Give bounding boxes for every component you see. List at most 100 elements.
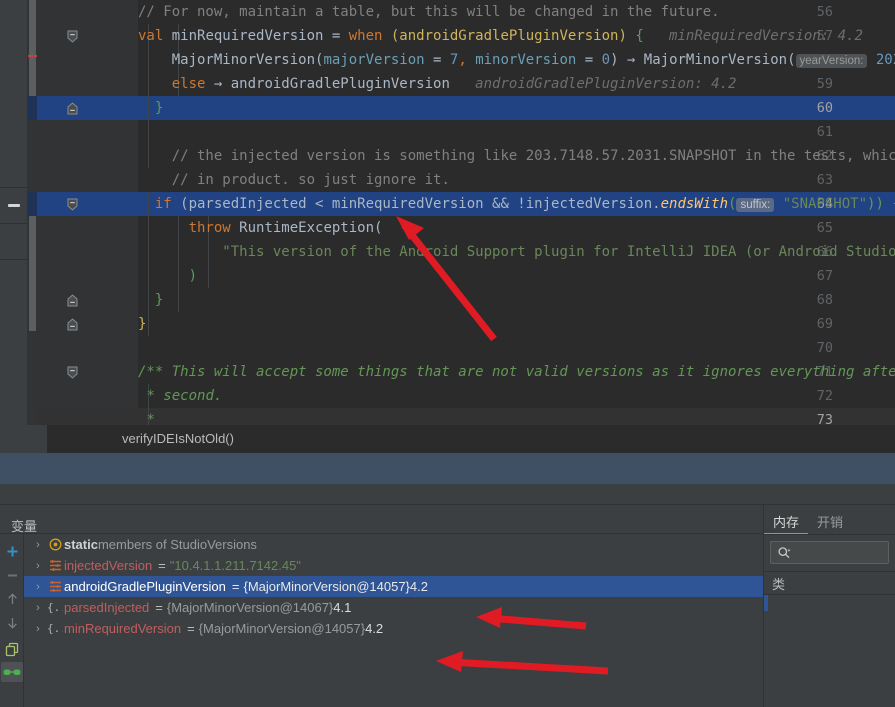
- field-icon: [46, 559, 64, 572]
- variable-row[interactable]: › static members of StudioVersions: [24, 534, 763, 555]
- variable-name: minRequiredVersion: [64, 621, 182, 636]
- code-kw-if: if: [154, 196, 172, 212]
- code-param-majorversion: majorVersion: [323, 52, 425, 68]
- move-up-button[interactable]: [3, 588, 22, 610]
- expand-chevron-icon[interactable]: ›: [30, 539, 46, 551]
- variable-equals: =: [231, 579, 240, 594]
- code-line-66-str: "This version of the Android Support plu…: [222, 244, 895, 260]
- code-line-57-brace: {: [626, 28, 644, 44]
- code-comma: ,: [458, 52, 476, 68]
- code-kw-when: when: [348, 28, 383, 44]
- code-str-snapshot: "SNAPSHOT": [782, 196, 868, 212]
- debug-variables-panel: 变量 › static members of StudioVersions › …: [0, 505, 895, 707]
- fold-collapse-end-icon[interactable]: [66, 96, 79, 120]
- fold-collapse-end-icon[interactable]: [66, 312, 79, 336]
- code-line-64-cond: (parsedInjected < minRequiredVersion && …: [171, 196, 661, 212]
- expand-chevron-icon[interactable]: ›: [30, 623, 46, 635]
- remove-watch-button[interactable]: [3, 564, 22, 586]
- inline-hint-minrequiredversion: minRequiredVersion: 4.2: [669, 28, 863, 44]
- variables-toolbar[interactable]: [0, 534, 24, 707]
- inline-chip-yearversion: yearVersion:: [795, 54, 868, 68]
- code-eq2: =: [576, 52, 602, 68]
- expand-chevron-icon[interactable]: ›: [30, 602, 46, 614]
- code-kw-throw: throw: [188, 220, 231, 236]
- variable-row[interactable]: ›{..}parsedInjected ={MajorMinorVersion@1…: [24, 597, 763, 618]
- code-line-73-doc: *: [146, 412, 155, 425]
- memory-search-input[interactable]: [770, 541, 889, 564]
- stack-frame-bar[interactable]: verifyIDEIsNotOld(): [0, 425, 895, 453]
- static-members-icon: [46, 538, 64, 551]
- code-line-63: // in product. so just ignore it.: [171, 172, 450, 188]
- variable-equals: =: [187, 621, 195, 636]
- svg-text:{..}: {..}: [47, 622, 63, 635]
- search-icon: [778, 546, 791, 558]
- variable-name: parsedInjected: [64, 600, 150, 615]
- variable-reference: {MajorMinorVersion@14057}: [198, 621, 366, 636]
- variable-value: 4.1: [333, 600, 352, 615]
- memory-class-column-header[interactable]: 类: [772, 574, 785, 593]
- fold-collapse-end-icon[interactable]: [66, 288, 79, 312]
- field-icon: [46, 580, 64, 593]
- memory-tabs[interactable]: 内存 开销: [764, 509, 852, 535]
- panel-gap: [0, 484, 895, 505]
- code-line-69: }: [138, 316, 147, 332]
- fold-collapse-start-icon[interactable]: [66, 360, 79, 384]
- inspect-button[interactable]: [1, 662, 23, 682]
- ide-debug-screen: 565758596061626364656667686970717273 // …: [0, 0, 895, 707]
- code-line-57-paren: (androidGradlePluginVersion): [382, 28, 627, 44]
- code-line-57-name: minRequiredVersion =: [163, 28, 349, 44]
- variables-list[interactable]: › static members of StudioVersions › inject…: [24, 534, 763, 707]
- fold-collapse-start-icon[interactable]: [66, 24, 79, 48]
- variable-reference: {MajorMinorVersion@14057}: [243, 579, 410, 594]
- object-icon: {..}: [46, 622, 64, 635]
- code-line-68: }: [154, 292, 164, 308]
- variable-equals: =: [155, 600, 163, 615]
- code-eq1: =: [424, 52, 450, 68]
- code-line-56: // For now, maintain a table, but this w…: [138, 4, 720, 20]
- variable-reference: {MajorMinorVersion@14067}: [166, 600, 334, 615]
- move-down-button[interactable]: [3, 612, 22, 634]
- expand-chevron-icon[interactable]: ›: [30, 581, 46, 593]
- inline-hint-agpversion: androidGradlePluginVersion: 4.2: [475, 76, 737, 92]
- code-paren-close: )): [867, 196, 884, 212]
- expand-chevron-icon[interactable]: ›: [30, 560, 46, 572]
- variable-value: 4.2: [409, 579, 428, 594]
- variable-static-label: static: [64, 537, 98, 552]
- inline-chip-suffix: suffix:: [736, 198, 775, 212]
- variable-row[interactable]: › injectedVersion = "10.4.1.1.211.7142.45": [24, 555, 763, 576]
- fold-collapse-start-icon[interactable]: [66, 192, 79, 216]
- code-line-65-rest: RuntimeException(: [230, 220, 383, 236]
- variable-name: androidGradlePluginVersion: [64, 579, 226, 594]
- frame-method-name[interactable]: verifyIDEIsNotOld(): [122, 425, 234, 453]
- memory-tab[interactable]: 开销: [808, 509, 852, 535]
- frame-bar-gutter: [0, 425, 47, 453]
- code-line-58-arrow: ) → MajorMinorVersion(: [610, 52, 796, 68]
- code-line-71-doc: /** This will accept some things that ar…: [138, 364, 895, 380]
- editor-left-strip: [0, 0, 27, 425]
- variable-row[interactable]: › androidGradlePluginVersion = {MajorMinorV…: [24, 576, 763, 597]
- svg-text:{..}: {..}: [47, 601, 63, 614]
- add-watch-button[interactable]: [3, 540, 22, 562]
- collapse-panel-button[interactable]: [5, 198, 23, 212]
- code-val-0: 0: [601, 52, 611, 68]
- code-kw-val: val: [138, 28, 164, 44]
- code-line-62: // the injected version is something lik…: [171, 148, 895, 164]
- selected-frame-band[interactable]: [0, 453, 895, 484]
- code-line-67: ): [188, 268, 198, 284]
- code-line-58-type: MajorMinorVersion(: [171, 52, 324, 68]
- code-year-202: 202: [875, 52, 895, 68]
- code-editor[interactable]: 565758596061626364656667686970717273 // …: [0, 0, 895, 425]
- variable-row[interactable]: ›{..}minRequiredVersion ={MajorMinorVersi…: [24, 618, 763, 639]
- variable-string-value: "10.4.1.1.211.7142.45": [169, 558, 301, 573]
- variable-value: 4.2: [365, 621, 384, 636]
- code-text[interactable]: // For now, maintain a table, but this w…: [138, 0, 895, 425]
- copy-button[interactable]: [3, 638, 22, 660]
- code-param-minorversion: minorVersion: [475, 52, 577, 68]
- variable-static-owner: members of StudioVersions: [97, 537, 257, 552]
- memory-panel: 内存 开销 类: [764, 505, 895, 707]
- object-icon: {..}: [46, 601, 64, 614]
- code-brace-open: {: [884, 196, 895, 212]
- memory-tab[interactable]: 内存: [764, 509, 808, 535]
- code-line-72-doc: * second.: [146, 388, 223, 404]
- code-kw-else: else: [171, 76, 206, 92]
